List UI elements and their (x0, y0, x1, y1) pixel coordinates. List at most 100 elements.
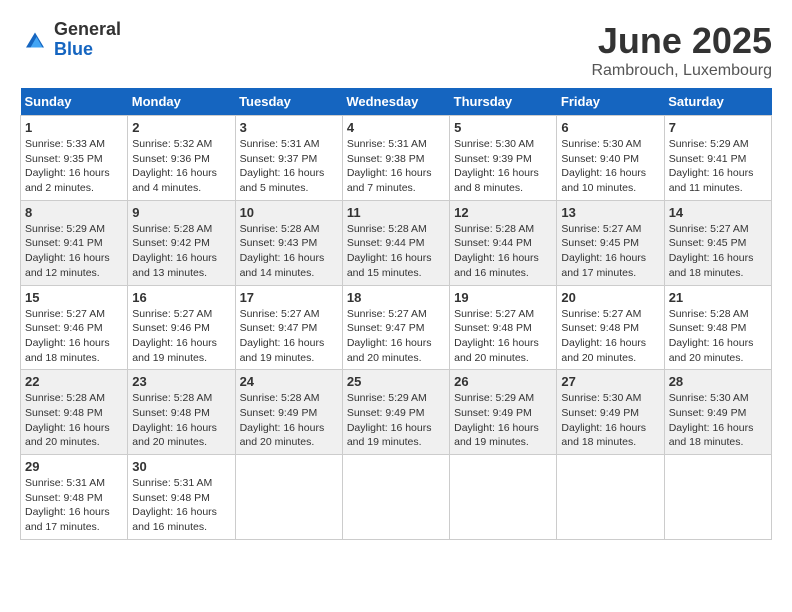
day-number: 30 (132, 459, 230, 474)
day-number: 21 (669, 290, 767, 305)
calendar-cell (450, 455, 557, 540)
calendar-cell: 15 Sunrise: 5:27 AMSunset: 9:46 PMDayligh… (21, 285, 128, 370)
calendar-week-5: 29 Sunrise: 5:31 AMSunset: 9:48 PMDayligh… (21, 455, 772, 540)
day-number: 18 (347, 290, 445, 305)
calendar-week-3: 15 Sunrise: 5:27 AMSunset: 9:46 PMDayligh… (21, 285, 772, 370)
calendar-cell: 26Sunrise: 5:29 AMSunset: 9:49 PMDayligh… (450, 370, 557, 455)
calendar-cell: 30 Sunrise: 5:31 AMSunset: 9:48 PMDayligh… (128, 455, 235, 540)
logo-general-text: General (54, 20, 121, 40)
calendar-cell: 4 Sunrise: 5:31 AMSunset: 9:38 PMDaylight… (342, 116, 449, 201)
day-number: 16 (132, 290, 230, 305)
day-number: 9 (132, 205, 230, 220)
calendar-header-row: SundayMondayTuesdayWednesdayThursdayFrid… (21, 88, 772, 116)
day-number: 13 (561, 205, 659, 220)
day-info: Sunrise: 5:27 AMSunset: 9:47 PMDaylight:… (240, 307, 338, 366)
day-number: 22 (25, 374, 123, 389)
day-number: 28 (669, 374, 767, 389)
day-info: Sunrise: 5:28 AMSunset: 9:48 PMDaylight:… (669, 307, 767, 366)
calendar-cell: 3Sunrise: 5:31 AMSunset: 9:37 PMDaylight… (235, 116, 342, 201)
day-info: Sunrise: 5:27 AMSunset: 9:45 PMDaylight:… (561, 222, 659, 281)
day-info: Sunrise: 5:28 AMSunset: 9:48 PMDaylight:… (132, 391, 230, 450)
title-block: June 2025 Rambrouch, Luxembourg (591, 20, 772, 80)
day-info: Sunrise: 5:33 AMSunset: 9:35 PMDaylight:… (25, 137, 123, 196)
day-info: Sunrise: 5:30 AMSunset: 9:49 PMDaylight:… (561, 391, 659, 450)
calendar-cell: 28 Sunrise: 5:30 AMSunset: 9:49 PMDayligh… (664, 370, 771, 455)
day-info: Sunrise: 5:30 AMSunset: 9:39 PMDaylight:… (454, 137, 552, 196)
day-info: Sunrise: 5:29 AMSunset: 9:41 PMDaylight:… (669, 137, 767, 196)
day-info: Sunrise: 5:28 AMSunset: 9:44 PMDaylight:… (454, 222, 552, 281)
logo-icon (20, 25, 50, 55)
day-info: Sunrise: 5:27 AMSunset: 9:47 PMDaylight:… (347, 307, 445, 366)
calendar-cell (557, 455, 664, 540)
day-number: 27 (561, 374, 659, 389)
day-info: Sunrise: 5:28 AMSunset: 9:48 PMDaylight:… (25, 391, 123, 450)
calendar-week-1: 1 Sunrise: 5:33 AMSunset: 9:35 PMDaylight… (21, 116, 772, 201)
day-info: Sunrise: 5:28 AMSunset: 9:44 PMDaylight:… (347, 222, 445, 281)
day-number: 1 (25, 120, 123, 135)
day-number: 12 (454, 205, 552, 220)
calendar-cell (342, 455, 449, 540)
day-info: Sunrise: 5:28 AMSunset: 9:43 PMDaylight:… (240, 222, 338, 281)
calendar-cell: 13 Sunrise: 5:27 AMSunset: 9:45 PMDayligh… (557, 200, 664, 285)
calendar-cell: 1 Sunrise: 5:33 AMSunset: 9:35 PMDaylight… (21, 116, 128, 201)
day-number: 15 (25, 290, 123, 305)
calendar-week-4: 22 Sunrise: 5:28 AMSunset: 9:48 PMDayligh… (21, 370, 772, 455)
day-info: Sunrise: 5:30 AMSunset: 9:49 PMDaylight:… (669, 391, 767, 450)
calendar-week-2: 8Sunrise: 5:29 AMSunset: 9:41 PMDaylight… (21, 200, 772, 285)
calendar-header-saturday: Saturday (664, 88, 771, 116)
day-number: 14 (669, 205, 767, 220)
day-info: Sunrise: 5:28 AMSunset: 9:49 PMDaylight:… (240, 391, 338, 450)
day-info: Sunrise: 5:27 AMSunset: 9:46 PMDaylight:… (25, 307, 123, 366)
calendar-cell: 29 Sunrise: 5:31 AMSunset: 9:48 PMDayligh… (21, 455, 128, 540)
day-number: 5 (454, 120, 552, 135)
day-info: Sunrise: 5:27 AMSunset: 9:45 PMDaylight:… (669, 222, 767, 281)
day-info: Sunrise: 5:31 AMSunset: 9:38 PMDaylight:… (347, 137, 445, 196)
calendar-cell: 2Sunrise: 5:32 AMSunset: 9:36 PMDaylight… (128, 116, 235, 201)
calendar-cell: 11 Sunrise: 5:28 AMSunset: 9:44 PMDayligh… (342, 200, 449, 285)
day-info: Sunrise: 5:28 AMSunset: 9:42 PMDaylight:… (132, 222, 230, 281)
day-info: Sunrise: 5:27 AMSunset: 9:48 PMDaylight:… (454, 307, 552, 366)
day-number: 11 (347, 205, 445, 220)
day-info: Sunrise: 5:31 AMSunset: 9:48 PMDaylight:… (25, 476, 123, 535)
day-info: Sunrise: 5:30 AMSunset: 9:40 PMDaylight:… (561, 137, 659, 196)
day-number: 25 (347, 374, 445, 389)
day-number: 19 (454, 290, 552, 305)
calendar-cell (235, 455, 342, 540)
calendar-cell: 23 Sunrise: 5:28 AMSunset: 9:48 PMDayligh… (128, 370, 235, 455)
page-header: General Blue June 2025 Rambrouch, Luxemb… (20, 20, 772, 80)
day-info: Sunrise: 5:29 AMSunset: 9:41 PMDaylight:… (25, 222, 123, 281)
day-number: 4 (347, 120, 445, 135)
calendar-cell (664, 455, 771, 540)
calendar-header-tuesday: Tuesday (235, 88, 342, 116)
day-info: Sunrise: 5:27 AMSunset: 9:46 PMDaylight:… (132, 307, 230, 366)
calendar-cell: 8Sunrise: 5:29 AMSunset: 9:41 PMDaylight… (21, 200, 128, 285)
day-number: 7 (669, 120, 767, 135)
calendar-header-monday: Monday (128, 88, 235, 116)
calendar-cell: 10 Sunrise: 5:28 AMSunset: 9:43 PMDayligh… (235, 200, 342, 285)
day-number: 29 (25, 459, 123, 474)
logo: General Blue (20, 20, 121, 60)
calendar-cell: 7 Sunrise: 5:29 AMSunset: 9:41 PMDaylight… (664, 116, 771, 201)
day-number: 26 (454, 374, 552, 389)
day-info: Sunrise: 5:31 AMSunset: 9:48 PMDaylight:… (132, 476, 230, 535)
calendar-cell: 14 Sunrise: 5:27 AMSunset: 9:45 PMDayligh… (664, 200, 771, 285)
calendar-cell: 20Sunrise: 5:27 AMSunset: 9:48 PMDayligh… (557, 285, 664, 370)
day-info: Sunrise: 5:29 AMSunset: 9:49 PMDaylight:… (347, 391, 445, 450)
day-number: 24 (240, 374, 338, 389)
calendar-header-sunday: Sunday (21, 88, 128, 116)
day-number: 20 (561, 290, 659, 305)
month-title: June 2025 (591, 20, 772, 62)
calendar-table: SundayMondayTuesdayWednesdayThursdayFrid… (20, 88, 772, 540)
calendar-header-friday: Friday (557, 88, 664, 116)
location: Rambrouch, Luxembourg (591, 62, 772, 80)
calendar-cell: 21 Sunrise: 5:28 AMSunset: 9:48 PMDayligh… (664, 285, 771, 370)
day-number: 23 (132, 374, 230, 389)
calendar-cell: 12 Sunrise: 5:28 AMSunset: 9:44 PMDayligh… (450, 200, 557, 285)
day-number: 17 (240, 290, 338, 305)
day-number: 6 (561, 120, 659, 135)
day-number: 10 (240, 205, 338, 220)
calendar-cell: 6 Sunrise: 5:30 AMSunset: 9:40 PMDaylight… (557, 116, 664, 201)
calendar-cell: 5 Sunrise: 5:30 AMSunset: 9:39 PMDaylight… (450, 116, 557, 201)
calendar-cell: 19 Sunrise: 5:27 AMSunset: 9:48 PMDayligh… (450, 285, 557, 370)
day-number: 2 (132, 120, 230, 135)
